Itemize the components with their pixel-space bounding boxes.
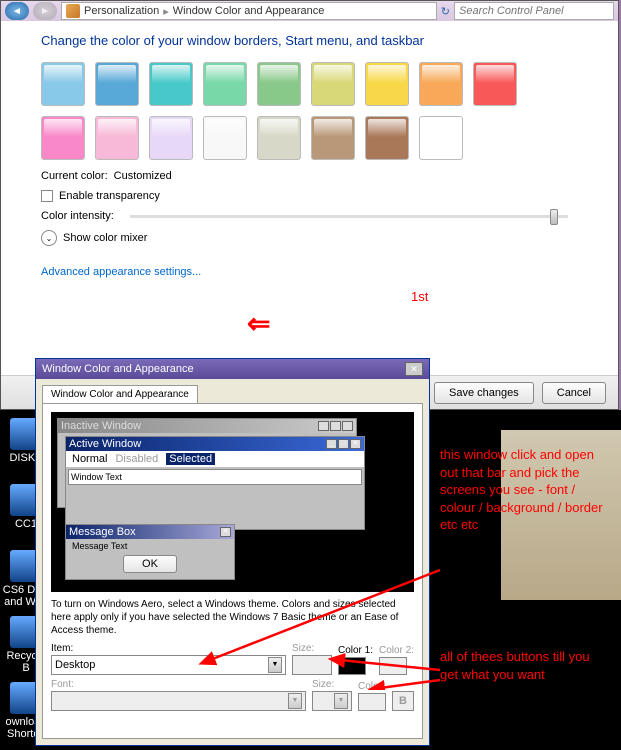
color-swatch[interactable] [365, 62, 409, 106]
bold-button: B [392, 691, 414, 711]
appearance-dialog: Window Color and Appearance ✕ Window Col… [35, 358, 430, 746]
active-window: Active Window _□✕ Normal Disabled Select… [65, 436, 365, 530]
color-swatch[interactable] [203, 62, 247, 106]
cancel-button[interactable]: Cancel [542, 382, 606, 404]
color-swatch[interactable] [95, 62, 139, 106]
page-title: Change the color of your window borders,… [41, 33, 578, 48]
refresh-icon[interactable]: ↻ [441, 5, 450, 18]
active-titlebar: Active Window _□✕ [66, 437, 364, 451]
color-swatch[interactable] [41, 62, 85, 106]
mixer-row: ⌄ Show color mixer [41, 230, 578, 246]
transparency-row: Enable transparency [41, 190, 578, 202]
font-color-field: Color: [358, 681, 386, 711]
cp-body: Change the color of your window borders,… [1, 21, 618, 290]
font-field: Font: ▼ [51, 679, 306, 711]
intensity-label: Color intensity: [41, 210, 114, 222]
color-swatch[interactable] [311, 116, 355, 160]
transparency-label: Enable transparency [59, 190, 160, 202]
tab-appearance[interactable]: Window Color and Appearance [42, 385, 198, 403]
annotation-3: all of thees buttons till you get what y… [440, 648, 610, 683]
font-row: Font: ▼ Size: ▼ Color: B [51, 679, 414, 711]
color1-picker[interactable] [338, 657, 366, 675]
titlebar: ◄ ► Personalization ▸ Window Color and A… [1, 1, 618, 21]
dialog-body: Window Color and Appearance Inactive Win… [36, 379, 429, 745]
color-swatch[interactable] [203, 116, 247, 160]
breadcrumb-root[interactable]: Personalization [84, 5, 159, 17]
item-row: Item: Desktop ▼ Size: Color 1: Color 2: [51, 643, 414, 675]
color-swatch[interactable] [149, 62, 193, 106]
transparency-checkbox[interactable] [41, 190, 53, 202]
color-swatch[interactable] [419, 116, 463, 160]
dialog-title: Window Color and Appearance [42, 363, 194, 375]
color2-field: Color 2: [379, 645, 414, 675]
tab-content: Inactive Window _□✕ Active Window _□✕ No… [42, 403, 423, 739]
window-controls: _□✕ [326, 439, 361, 449]
color-swatch[interactable] [41, 116, 85, 160]
swatch-row-2 [41, 116, 578, 160]
dialog-titlebar[interactable]: Window Color and Appearance ✕ [36, 359, 429, 379]
font-combo: ▼ [51, 691, 306, 711]
close-icon[interactable]: ✕ [405, 362, 423, 376]
intensity-row: Color intensity: [41, 210, 578, 222]
expand-mixer-button[interactable]: ⌄ [41, 230, 57, 246]
color1-field: Color 1: [338, 645, 373, 675]
color-swatch[interactable] [149, 116, 193, 160]
message-text: Message Text [66, 539, 234, 553]
annotation-1st: 1st [411, 289, 428, 304]
color-swatch[interactable] [365, 116, 409, 160]
breadcrumb-current[interactable]: Window Color and Appearance [173, 5, 325, 17]
bold-field: B [392, 679, 414, 711]
color-swatch[interactable] [311, 62, 355, 106]
back-button[interactable]: ◄ [5, 2, 29, 20]
size-spinner [292, 655, 332, 675]
color-swatch[interactable] [419, 62, 463, 106]
chevron-icon: ▸ [163, 5, 169, 18]
folder-icon [66, 4, 80, 18]
color2-picker [379, 657, 407, 675]
msgbox-titlebar: Message Box ✕ [66, 525, 234, 539]
advanced-link[interactable]: Advanced appearance settings... [41, 266, 201, 278]
inactive-titlebar: Inactive Window _□✕ [58, 419, 356, 433]
item-field: Item: Desktop ▼ [51, 643, 286, 675]
annotation-2: this window click and open out that bar … [440, 446, 610, 534]
swatch-row-1 [41, 62, 578, 106]
color-swatch[interactable] [257, 116, 301, 160]
help-text: To turn on Windows Aero, select a Window… [51, 598, 414, 637]
menu-bar: Normal Disabled Selected [66, 451, 364, 467]
forward-button[interactable]: ► [33, 2, 57, 20]
color-swatch[interactable] [257, 62, 301, 106]
current-color-value: Customized [114, 170, 172, 182]
color-swatch[interactable] [473, 62, 517, 106]
current-color-label: Current color: [41, 170, 108, 182]
window-controls: _□✕ [318, 421, 353, 431]
msgbox-ok[interactable]: OK [123, 555, 177, 573]
preview-pane: Inactive Window _□✕ Active Window _□✕ No… [51, 412, 414, 592]
message-box: Message Box ✕ Message Text OK [65, 524, 235, 580]
control-panel-window: ◄ ► Personalization ▸ Window Color and A… [0, 0, 619, 410]
current-color-row: Current color: Customized [41, 170, 578, 182]
font-size-field: Size: ▼ [312, 679, 352, 711]
mixer-label: Show color mixer [63, 232, 147, 244]
color-swatch[interactable] [95, 116, 139, 160]
save-button[interactable]: Save changes [434, 382, 534, 404]
chevron-down-icon[interactable]: ▼ [268, 657, 282, 673]
size-field: Size: [292, 643, 332, 675]
font-size-combo: ▼ [312, 691, 352, 711]
slider-thumb[interactable] [550, 209, 558, 225]
search-input[interactable] [454, 2, 614, 20]
intensity-slider[interactable] [130, 215, 568, 218]
font-color-picker [358, 693, 386, 711]
window-text: Window Text [68, 469, 362, 485]
item-combo[interactable]: Desktop ▼ [51, 655, 286, 675]
breadcrumb[interactable]: Personalization ▸ Window Color and Appea… [61, 2, 437, 20]
arrow-1: ⇐ [247, 307, 270, 340]
